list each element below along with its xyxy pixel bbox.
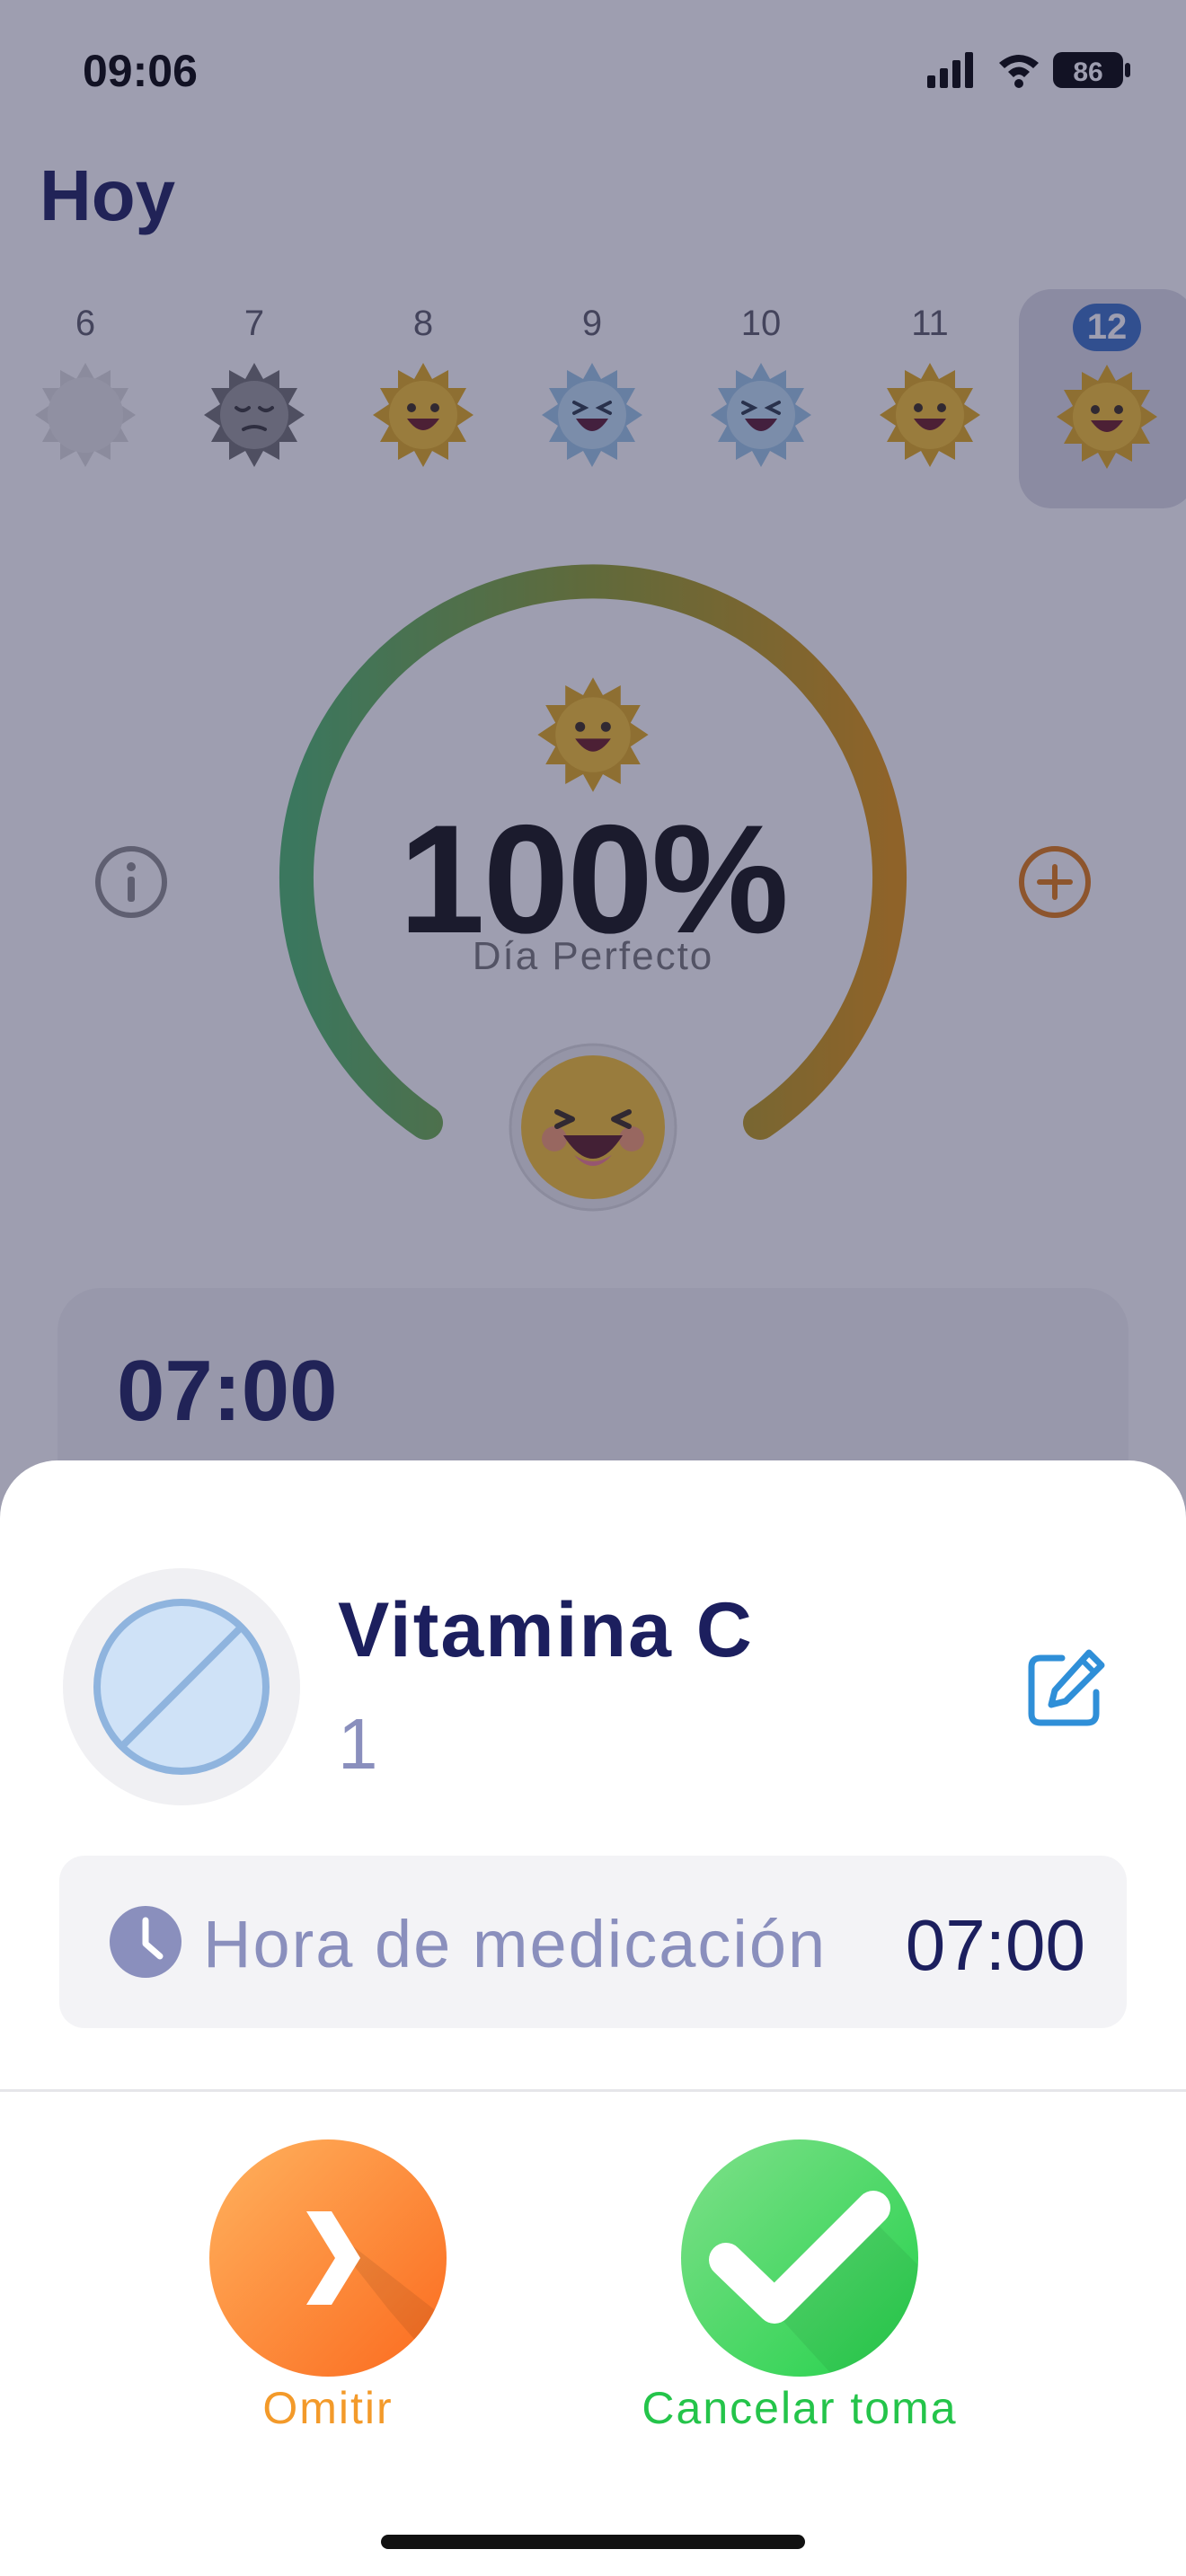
checkmark-icon (709, 2191, 918, 2377)
pill-avatar (63, 1568, 300, 1805)
divider (0, 2089, 1186, 2092)
medication-time-value: 07:00 (905, 1905, 1085, 1985)
skip-label: Omitir (262, 2383, 394, 2433)
medication-name: Vitamina C (338, 1587, 754, 1673)
medication-time-label: Hora de medicación (203, 1907, 828, 1981)
home-indicator[interactable] (381, 2535, 805, 2549)
medication-dose: 1 (338, 1704, 378, 1784)
skip-circle[interactable] (209, 2139, 447, 2377)
chevron-right-icon (306, 2211, 447, 2377)
clock-icon (110, 1906, 181, 1978)
screen: 09:06 86 Hoy 6 7 8 9 10 11 12 100% Día P… (0, 0, 1186, 2576)
edit-icon[interactable] (1021, 1644, 1111, 1734)
medication-sheet: Vitamina C 1 Hora de medicación 07:00 Om… (0, 1460, 1186, 2576)
pill-icon (93, 1599, 270, 1775)
cancel-intake-label: Cancelar toma (642, 2383, 958, 2433)
confirm-circle[interactable] (681, 2139, 918, 2377)
cancel-intake-button[interactable]: Cancelar toma (611, 2139, 988, 2434)
medication-time-row[interactable]: Hora de medicación 07:00 (59, 1856, 1127, 2028)
skip-button[interactable]: Omitir (180, 2139, 476, 2434)
